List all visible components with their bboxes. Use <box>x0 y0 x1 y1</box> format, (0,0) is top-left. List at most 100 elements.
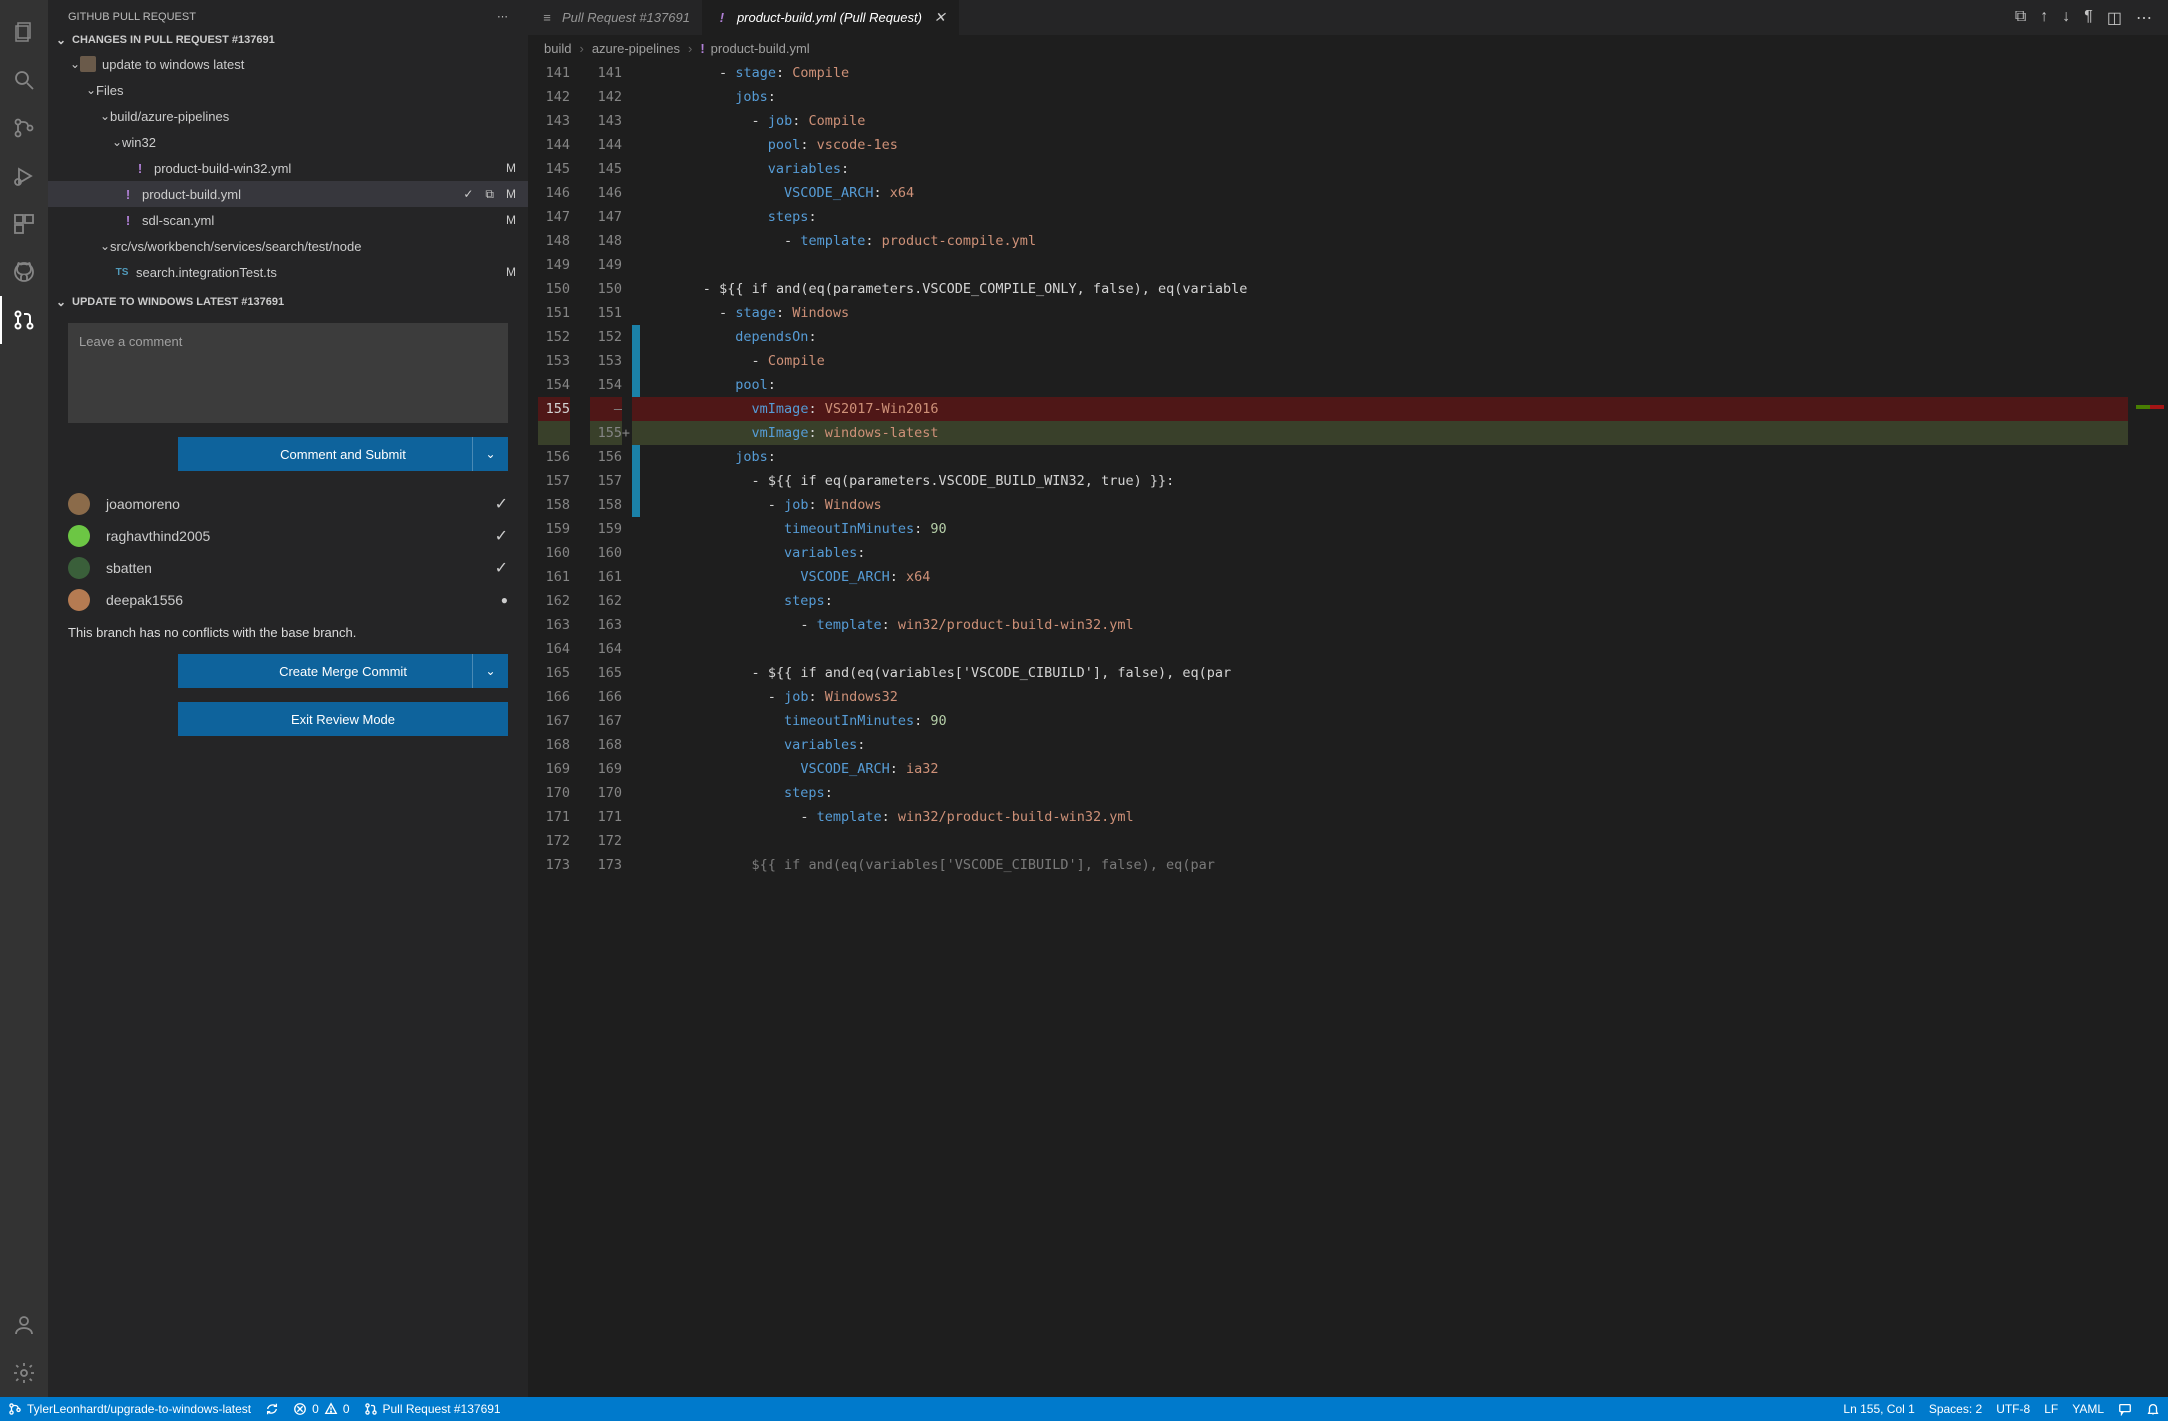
pending-dot-icon: ● <box>501 593 508 607</box>
chevron-down-icon: ⌄ <box>112 135 122 149</box>
modified-badge: M <box>506 213 516 227</box>
pull-request-icon[interactable] <box>0 296 48 344</box>
explorer-icon[interactable] <box>0 8 48 56</box>
diff-editor[interactable]: 1411421431441451461471481491501511521531… <box>528 61 2168 1397</box>
ts-file-icon: TS <box>114 267 130 278</box>
run-debug-icon[interactable] <box>0 152 48 200</box>
status-feedback-icon[interactable] <box>2118 1402 2132 1416</box>
comment-submit-button[interactable]: Comment and Submit ⌄ <box>178 437 508 471</box>
commit-row[interactable]: ⌄ update to windows latest <box>48 51 528 77</box>
sidebar-title: GITHUB PULL REQUEST <box>68 11 196 23</box>
glyph-margin <box>632 61 640 1397</box>
reviewer-row[interactable]: joaomoreno✓ <box>68 493 508 515</box>
more-icon[interactable]: ⋯ <box>2136 8 2152 28</box>
activity-bar <box>0 0 48 1397</box>
extensions-icon[interactable] <box>0 200 48 248</box>
yaml-file-icon: ! <box>132 161 148 176</box>
accounts-icon[interactable] <box>0 1301 48 1349</box>
status-bell-icon[interactable] <box>2146 1402 2160 1416</box>
settings-gear-icon[interactable] <box>0 1349 48 1397</box>
modified-badge: M <box>506 161 516 175</box>
chevron-down-icon: ⌄ <box>56 33 66 47</box>
yaml-file-icon: ! <box>120 213 136 228</box>
sidebar: GITHUB PULL REQUEST ⋯ ⌄ CHANGES IN PULL … <box>48 0 528 1397</box>
chevron-right-icon: › <box>579 41 583 56</box>
status-pr[interactable]: Pull Request #137691 <box>364 1402 501 1416</box>
chevron-down-icon: ⌄ <box>56 295 66 309</box>
reviewer-name: sbatten <box>106 560 152 576</box>
reviewer-name: raghavthind2005 <box>106 528 210 544</box>
breadcrumbs[interactable]: build › azure-pipelines › ! product-buil… <box>528 35 2168 61</box>
file-row[interactable]: ! product-build-win32.yml M <box>48 155 528 181</box>
tab-product-build[interactable]: ! product-build.yml (Pull Request) ✕ <box>703 0 959 35</box>
open-file-icon[interactable]: ⧉ <box>2015 8 2026 28</box>
yaml-file-icon: ! <box>700 41 704 56</box>
status-language[interactable]: YAML <box>2072 1402 2104 1416</box>
source-control-icon[interactable] <box>0 104 48 152</box>
status-spaces[interactable]: Spaces: 2 <box>1929 1402 1982 1416</box>
gutter-modified: 1411421431441451461471481491501511521531… <box>580 61 632 1397</box>
conflict-status: This branch has no conflicts with the ba… <box>68 625 508 640</box>
statusbar: TylerLeonhardt/upgrade-to-windows-latest… <box>0 1397 2168 1421</box>
section-review[interactable]: ⌄ UPDATE TO WINDOWS LATEST #137691 <box>48 291 528 313</box>
comment-textarea[interactable] <box>68 323 508 423</box>
yaml-file-icon: ! <box>715 10 729 25</box>
chevron-down-icon: ⌄ <box>100 109 110 123</box>
merge-button[interactable]: Create Merge Commit ⌄ <box>178 654 508 688</box>
tab-pull-request[interactable]: ≡ Pull Request #137691 <box>528 0 703 35</box>
status-encoding[interactable]: UTF-8 <box>1996 1402 2030 1416</box>
arrow-up-icon[interactable]: ↑ <box>2040 8 2048 28</box>
pr-tab-icon: ≡ <box>540 10 554 25</box>
files-node[interactable]: ⌄ Files <box>48 77 528 103</box>
chevron-down-icon: ⌄ <box>100 239 110 253</box>
file-row[interactable]: ! sdl-scan.yml M <box>48 207 528 233</box>
folder-row[interactable]: ⌄ src/vs/workbench/services/search/test/… <box>48 233 528 259</box>
editor-area: ≡ Pull Request #137691 ! product-build.y… <box>528 0 2168 1397</box>
arrow-down-icon[interactable]: ↓ <box>2062 8 2070 28</box>
exit-review-button[interactable]: Exit Review Mode <box>178 702 508 736</box>
reviewer-row[interactable]: deepak1556 ● <box>68 589 508 611</box>
pr-file-tree: ⌄ update to windows latest ⌄ Files ⌄ bui… <box>48 51 528 285</box>
avatar <box>80 56 96 72</box>
check-icon: ✓ <box>495 494 508 514</box>
search-icon[interactable] <box>0 56 48 104</box>
avatar <box>68 525 90 547</box>
file-row[interactable]: TS search.integrationTest.ts M <box>48 259 528 285</box>
modified-badge: M <box>506 187 516 201</box>
minimap[interactable] <box>2128 61 2168 1397</box>
check-icon: ✓ <box>495 526 508 546</box>
reviewer-name: deepak1556 <box>106 592 183 608</box>
check-icon[interactable]: ✓ <box>463 187 473 201</box>
avatar <box>68 589 90 611</box>
avatar <box>68 557 90 579</box>
file-row[interactable]: ! product-build.yml ✓ ⧉ M <box>48 181 528 207</box>
chevron-down-icon[interactable]: ⌄ <box>472 654 508 688</box>
status-sync[interactable] <box>265 1402 279 1416</box>
more-icon[interactable]: ⋯ <box>497 10 508 23</box>
gutter-original: 1411421431441451461471481491501511521531… <box>528 61 580 1397</box>
status-eol[interactable]: LF <box>2044 1402 2058 1416</box>
folder-row[interactable]: ⌄ build/azure-pipelines <box>48 103 528 129</box>
code-content[interactable]: - stage: Compile jobs: - job: Compile po… <box>640 61 2128 1397</box>
chevron-right-icon: › <box>688 41 692 56</box>
whitespace-icon[interactable]: ¶ <box>2084 8 2093 28</box>
close-icon[interactable]: ✕ <box>934 9 946 26</box>
chevron-down-icon: ⌄ <box>70 57 80 71</box>
status-line-col[interactable]: Ln 155, Col 1 <box>1843 1402 1914 1416</box>
status-problems[interactable]: 0 0 <box>293 1402 349 1416</box>
yaml-file-icon: ! <box>120 187 136 202</box>
reviewer-list: joaomoreno✓ raghavthind2005 ✓ sbatten ✓ deepa… <box>68 493 508 611</box>
split-editor-icon[interactable]: ◫ <box>2107 8 2122 28</box>
modified-badge: M <box>506 265 516 279</box>
section-changes[interactable]: ⌄ CHANGES IN PULL REQUEST #137691 <box>48 29 528 51</box>
go-to-file-icon[interactable]: ⧉ <box>485 187 494 202</box>
editor-tabs: ≡ Pull Request #137691 ! product-build.y… <box>528 0 2168 35</box>
chevron-down-icon: ⌄ <box>86 83 96 97</box>
status-branch[interactable]: TylerLeonhardt/upgrade-to-windows-latest <box>8 1402 251 1416</box>
reviewer-row[interactable]: sbatten ✓ <box>68 557 508 579</box>
folder-row[interactable]: ⌄ win32 <box>48 129 528 155</box>
github-icon[interactable] <box>0 248 48 296</box>
chevron-down-icon[interactable]: ⌄ <box>472 437 508 471</box>
check-icon: ✓ <box>495 558 508 578</box>
reviewer-row[interactable]: raghavthind2005 ✓ <box>68 525 508 547</box>
